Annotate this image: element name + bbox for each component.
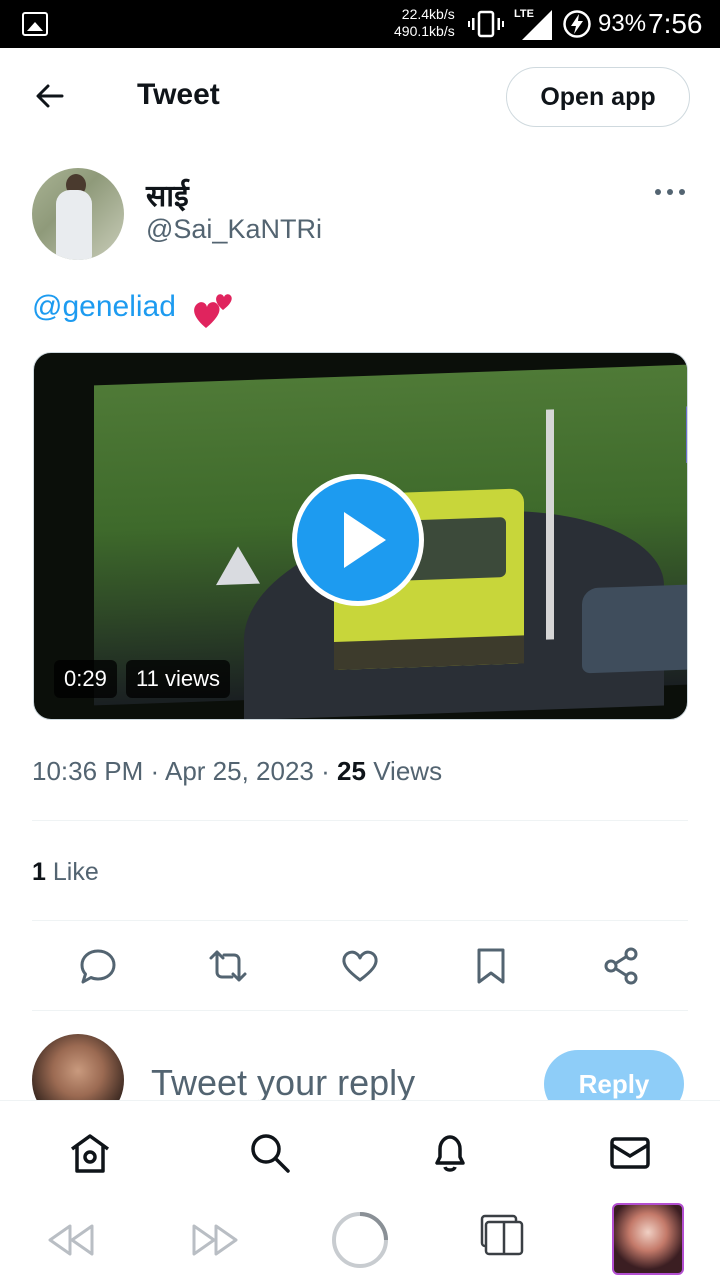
open-app-button[interactable]: Open app (506, 67, 690, 127)
separator: · (321, 756, 330, 786)
divider (32, 920, 688, 921)
back-arrow-icon[interactable] (32, 78, 68, 114)
tweet-meta: 10:36 PM · Apr 25, 2023 · 25 Views (32, 756, 442, 787)
author-avatar[interactable] (32, 168, 124, 260)
likes-link[interactable]: 1 Like (32, 858, 99, 887)
signal-icon: LTE (512, 8, 552, 40)
two-hearts-emoji (194, 294, 232, 328)
battery-charging-icon (563, 10, 591, 38)
video-views: 11 views (126, 660, 230, 698)
play-button-icon[interactable] (292, 474, 424, 606)
status-bar: 22.4kb/s 490.1kb/s LTE 93% 7:56 (0, 0, 720, 48)
top-bar: Tweet Open app (0, 48, 720, 148)
fast-forward-icon[interactable] (190, 1220, 240, 1260)
gallery-notification-icon (22, 12, 48, 36)
reply-icon[interactable] (78, 946, 118, 986)
bookmark-icon[interactable] (471, 946, 511, 986)
likes-count: 1 (32, 858, 46, 886)
bottom-navigation (0, 1100, 720, 1200)
video-duration: 0:29 (54, 660, 117, 698)
profile-thumbnail[interactable] (612, 1203, 684, 1275)
author-name[interactable]: साई (146, 174, 189, 215)
share-icon[interactable] (601, 946, 641, 986)
divider (32, 820, 688, 821)
search-icon[interactable] (248, 1131, 292, 1175)
author-handle[interactable]: @Sai_KaNTRi (146, 214, 322, 245)
network-type: LTE (514, 8, 534, 20)
clock: 7:56 (648, 8, 703, 39)
mention-link[interactable]: @geneliad (32, 290, 176, 324)
notifications-icon[interactable] (428, 1131, 472, 1175)
speed-down: 490.1kb/s (394, 23, 455, 39)
more-options-icon[interactable] (652, 182, 688, 202)
home-icon[interactable] (68, 1131, 112, 1175)
views-count: 25 (337, 756, 366, 786)
tweet-time[interactable]: 10:36 PM (32, 756, 143, 786)
reply-input[interactable]: Tweet your reply (151, 1062, 415, 1104)
divider (32, 1010, 688, 1011)
separator: · (150, 756, 160, 786)
views-label: Views (373, 756, 443, 786)
battery-percent: 93% (598, 10, 647, 37)
loading-icon[interactable] (330, 1210, 390, 1270)
speed-up: 22.4kb/s (401, 6, 455, 22)
vibrate-icon (468, 10, 504, 38)
tabs-icon[interactable] (480, 1214, 526, 1258)
like-icon[interactable] (340, 946, 380, 986)
tweet-date[interactable]: Apr 25, 2023 (165, 756, 314, 786)
page-title: Tweet (137, 78, 220, 111)
likes-label: Like (52, 858, 99, 886)
retweet-icon[interactable] (208, 946, 248, 986)
messages-icon[interactable] (608, 1131, 652, 1175)
network-speed: 22.4kb/s 490.1kb/s (394, 6, 455, 40)
rewind-icon[interactable] (46, 1220, 96, 1260)
